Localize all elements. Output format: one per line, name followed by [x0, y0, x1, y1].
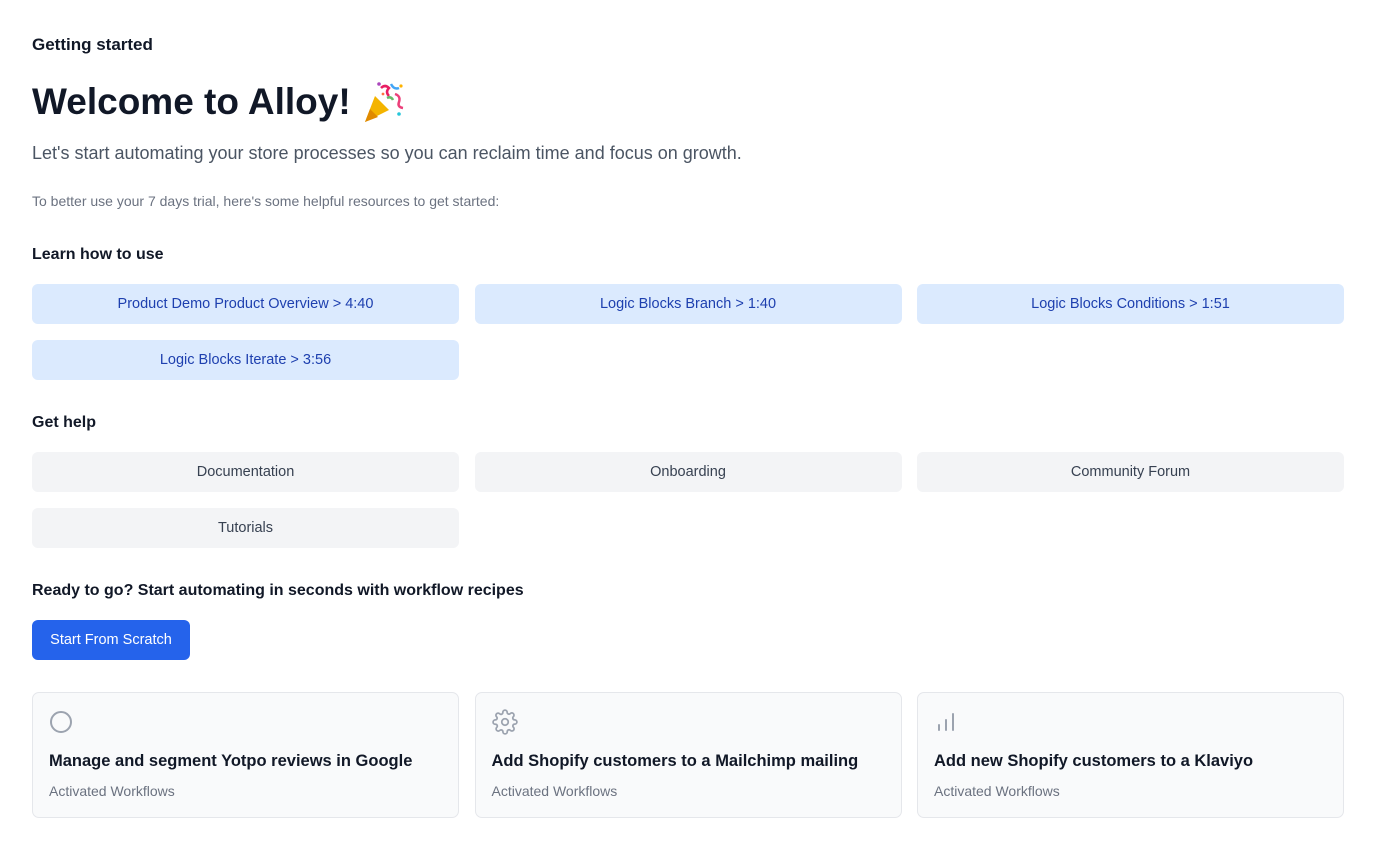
- recipe-title: Manage and segment Yotpo reviews in Goog…: [49, 752, 413, 770]
- help-section-title: Get help: [32, 414, 97, 431]
- start-from-scratch-button[interactable]: Start From Scratch: [32, 620, 190, 660]
- recipe-card[interactable]: Manage and segment Yotpo reviews in Goog…: [32, 692, 459, 818]
- recipe-card[interactable]: Add new Shopify customers to a Klaviyo A…: [917, 692, 1344, 818]
- recipe-subtitle: Activated Workflows: [934, 783, 1060, 799]
- circle-icon: [49, 709, 75, 735]
- documentation-button[interactable]: Documentation: [32, 452, 459, 492]
- bar-chart-icon: [934, 709, 960, 735]
- help-links-grid: Documentation Onboarding Community Forum…: [32, 452, 1344, 548]
- community-forum-button[interactable]: Community Forum: [917, 452, 1344, 492]
- learn-section-title: Learn how to use: [32, 246, 164, 263]
- onboarding-button[interactable]: Onboarding: [474, 452, 902, 492]
- tutorials-button[interactable]: Tutorials: [32, 508, 459, 548]
- trial-note: To better use your 7 days trial, here's …: [32, 193, 500, 209]
- page-section-title: Getting started: [32, 35, 153, 54]
- party-popper-icon: [361, 80, 405, 124]
- recipe-title: Add Shopify customers to a Mailchimp mai…: [491, 752, 859, 770]
- recipe-subtitle: Activated Workflows: [491, 783, 618, 799]
- learn-video-button[interactable]: Product Demo Product Overview > 4:40: [32, 284, 459, 324]
- getting-started-page: Getting started Welcome to Alloy! Let's …: [0, 0, 1376, 850]
- learn-video-button[interactable]: Logic Blocks Iterate > 3:56: [32, 340, 459, 380]
- recipe-title: Add new Shopify customers to a Klaviyo: [934, 752, 1254, 770]
- recipes-section-title: Ready to go? Start automating in seconds…: [32, 582, 524, 599]
- welcome-subtitle: Let's start automating your store proces…: [32, 143, 742, 163]
- learn-video-grid: Product Demo Product Overview > 4:40 Log…: [32, 284, 1344, 380]
- recipe-cards: Manage and segment Yotpo reviews in Goog…: [32, 692, 1344, 818]
- learn-video-button[interactable]: Logic Blocks Conditions > 1:51: [917, 284, 1344, 324]
- recipe-subtitle: Activated Workflows: [49, 783, 175, 799]
- welcome-title: Welcome to Alloy!: [32, 81, 351, 122]
- recipe-card[interactable]: Add Shopify customers to a Mailchimp mai…: [474, 692, 902, 818]
- learn-video-button[interactable]: Logic Blocks Branch > 1:40: [474, 284, 902, 324]
- welcome-heading: Welcome to Alloy!: [32, 80, 405, 124]
- gear-icon: [491, 709, 518, 735]
